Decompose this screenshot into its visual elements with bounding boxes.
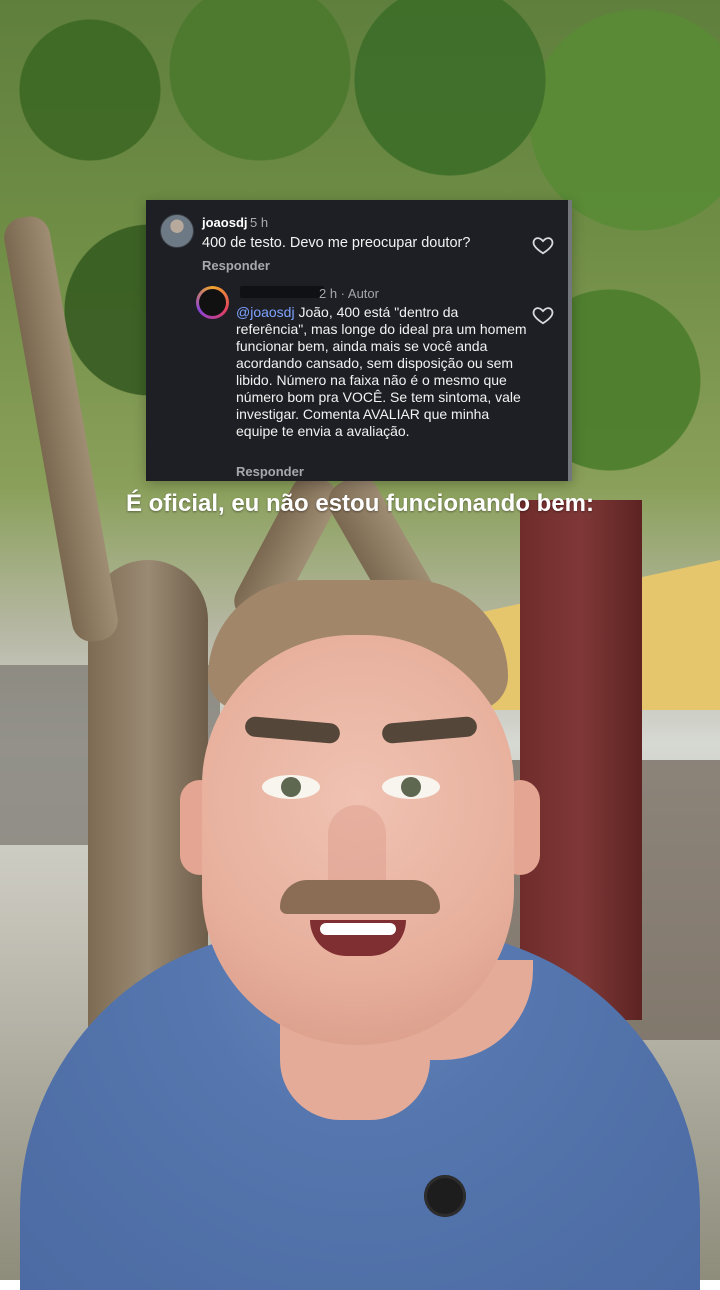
- heart-icon[interactable]: [532, 234, 554, 256]
- reply-text: @joaosdj João, 400 está "dentro da refer…: [236, 304, 530, 440]
- reply-meta: 2 h · Autor: [319, 286, 379, 301]
- mustache: [280, 880, 440, 914]
- clip-microphone: [424, 1175, 466, 1217]
- right-eye: [382, 775, 440, 799]
- speaker: [20, 570, 700, 1290]
- card-scrollbar[interactable]: [568, 200, 572, 481]
- comment-avatar[interactable]: [160, 214, 194, 248]
- comment-reply-card: joaosdj 5 h 400 de testo. Devo me preocu…: [146, 200, 572, 481]
- video-caption: É oficial, eu não estou funcionando bem:: [125, 490, 595, 517]
- left-eye: [262, 775, 320, 799]
- comment-reply-button[interactable]: Responder: [202, 257, 270, 274]
- reply-avatar[interactable]: [196, 286, 229, 319]
- comment-text: 400 de testo. Devo me preocupar doutor?: [202, 235, 471, 251]
- comment-time: 5 h: [250, 215, 269, 230]
- reply-mention[interactable]: @joaosdj: [236, 304, 295, 320]
- redacted-username: [240, 286, 324, 298]
- reply-body: João, 400 está "dentro da referência", m…: [236, 304, 527, 439]
- reply-reply-button[interactable]: Responder: [236, 463, 304, 480]
- comment-username[interactable]: joaosdj: [202, 214, 248, 231]
- heart-icon[interactable]: [532, 304, 554, 326]
